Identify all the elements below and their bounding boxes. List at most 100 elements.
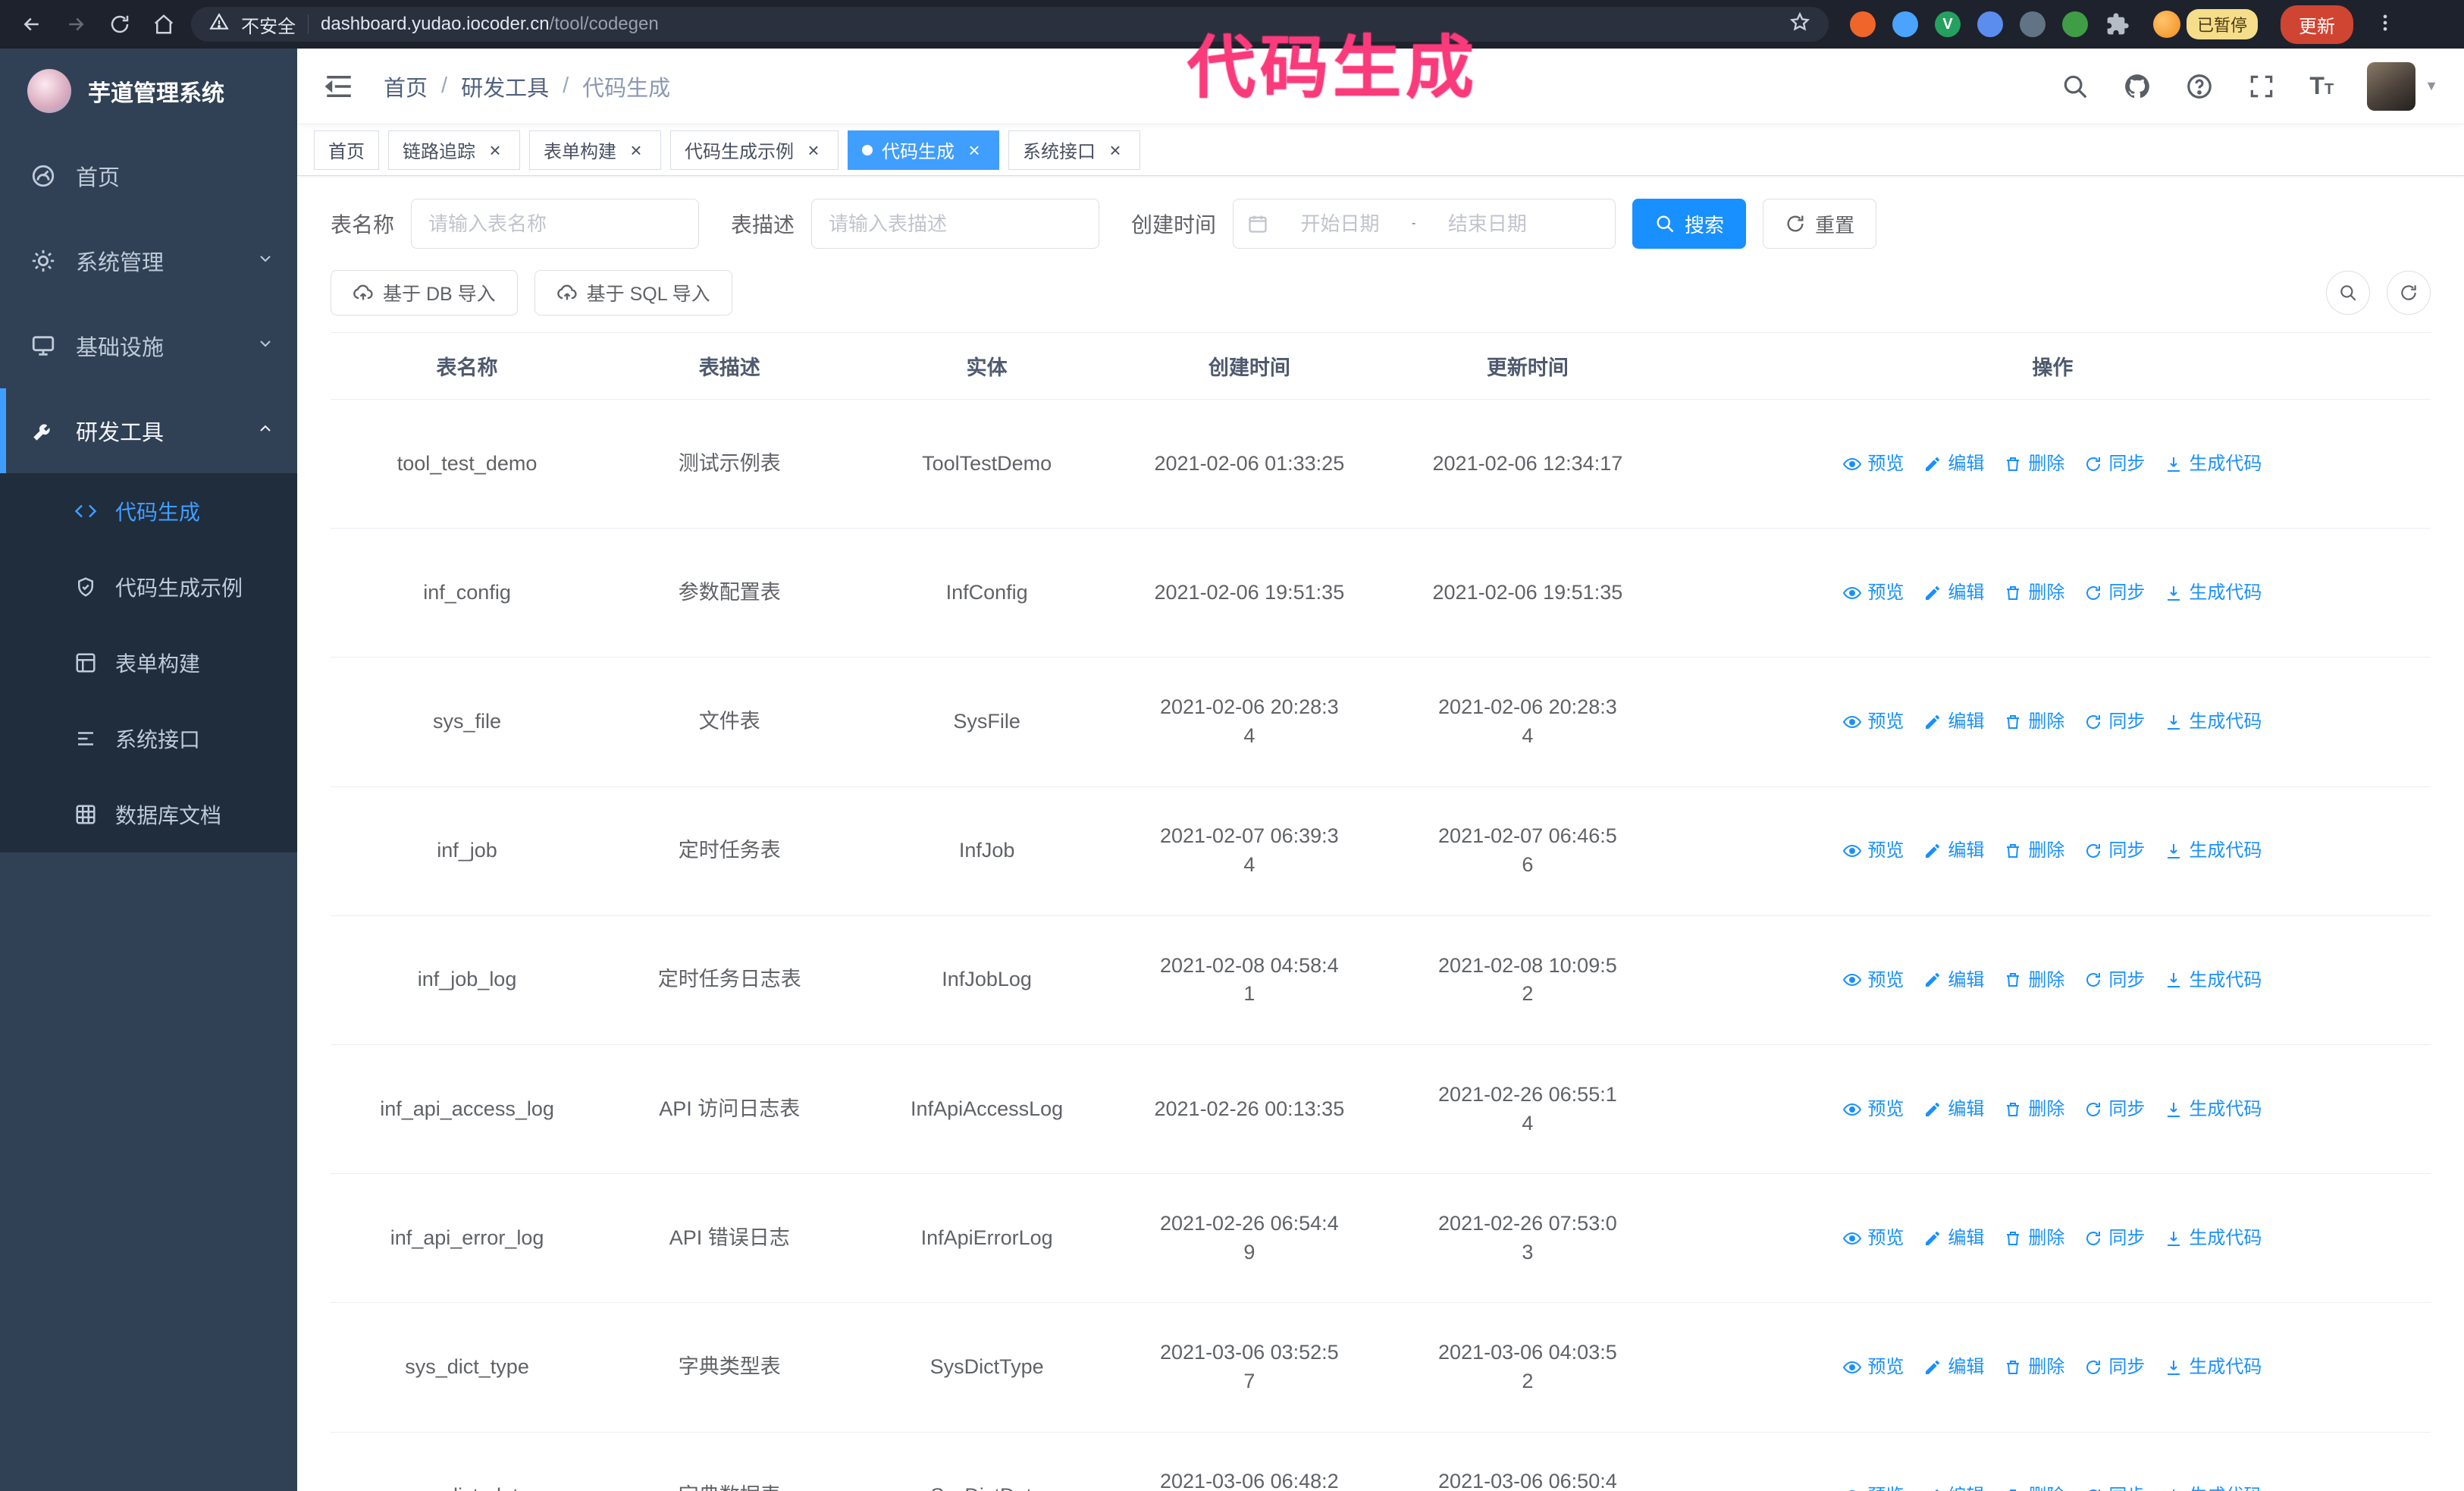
search-button[interactable]: 搜索 [1632,199,1746,249]
tags-view-tab[interactable]: 表单构建× [529,130,661,170]
sidebar-item-db-doc[interactable]: 数据库文档 [0,777,297,852]
generate-code-link[interactable]: 生成代码 [2165,1097,2262,1122]
browser-profile[interactable]: 已暂停 [2153,9,2258,39]
end-date-input[interactable] [1425,212,1550,236]
edit-link[interactable]: 编辑 [1923,1097,1984,1122]
delete-link[interactable]: 删除 [2004,709,2064,735]
sync-link[interactable]: 同步 [2084,451,2145,477]
sidebar-item-devtools[interactable]: 研发工具 [0,388,297,473]
user-menu[interactable]: ▼ [2367,62,2438,111]
toggle-search-button[interactable] [2326,271,2370,315]
edit-link[interactable]: 编辑 [1923,838,1984,864]
delete-link[interactable]: 删除 [2004,580,2064,606]
preview-link[interactable]: 预览 [1843,580,1904,606]
close-icon[interactable]: × [803,140,824,161]
search-icon[interactable] [2061,72,2089,101]
bookmark-star-icon[interactable] [1789,11,1810,38]
preview-link[interactable]: 预览 [1843,709,1904,735]
generate-code-link[interactable]: 生成代码 [2165,709,2262,735]
browser-home-icon[interactable] [147,8,180,41]
reload-icon[interactable] [103,8,136,41]
sync-link[interactable]: 同步 [2084,1354,2145,1380]
tags-view-tab[interactable]: 系统接口× [1008,130,1140,170]
preview-link[interactable]: 预览 [1843,838,1904,864]
generate-code-link[interactable]: 生成代码 [2165,1354,2262,1380]
extensions-puzzle-icon[interactable] [2105,11,2130,37]
help-icon[interactable] [2185,72,2214,101]
delete-link[interactable]: 删除 [2004,1483,2064,1491]
browser-extension-icon[interactable] [1892,11,1918,37]
sidebar-item-api[interactable]: 系统接口 [0,701,297,777]
preview-link[interactable]: 预览 [1843,1483,1904,1491]
tags-view-tab[interactable]: 代码生成示例× [670,130,839,170]
sidebar-fold-icon[interactable] [323,71,355,102]
back-icon[interactable] [15,8,49,41]
breadcrumb-item[interactable]: 首页 [384,71,428,102]
close-icon[interactable]: × [625,140,647,161]
refresh-table-button[interactable] [2387,271,2431,315]
sync-link[interactable]: 同步 [2084,968,2145,993]
delete-link[interactable]: 删除 [2004,838,2064,864]
edit-link[interactable]: 编辑 [1923,1354,1984,1380]
sidebar-item-codegen[interactable]: 代码生成 [0,473,297,549]
sidebar-item-codegen-example[interactable]: 代码生成示例 [0,549,297,625]
app-logo[interactable]: 芋道管理系统 [0,49,297,133]
browser-extension-icon[interactable] [1850,11,1876,37]
import-db-button[interactable]: 基于 DB 导入 [331,270,518,315]
edit-link[interactable]: 编辑 [1923,709,1984,735]
delete-link[interactable]: 删除 [2004,1226,2064,1251]
browser-extension-icon[interactable] [2020,11,2045,37]
close-icon[interactable]: × [484,140,506,161]
close-icon[interactable]: × [1105,140,1126,161]
delete-link[interactable]: 删除 [2004,451,2064,477]
sync-link[interactable]: 同步 [2084,1097,2145,1122]
edit-link[interactable]: 编辑 [1923,451,1984,477]
address-bar[interactable]: 不安全 dashboard.yudao.iocoder.cn/tool/code… [191,7,1829,42]
import-sql-button[interactable]: 基于 SQL 导入 [534,270,732,315]
table-name-input[interactable] [411,199,699,249]
tags-view-tab[interactable]: 代码生成× [848,130,999,170]
date-range-picker[interactable]: - [1233,199,1616,249]
sidebar-item-system[interactable]: 系统管理 [0,218,297,303]
sync-link[interactable]: 同步 [2084,838,2145,864]
delete-link[interactable]: 删除 [2004,1097,2064,1122]
edit-link[interactable]: 编辑 [1923,1483,1984,1491]
tags-view-tab[interactable]: 首页 [314,130,379,170]
menu-dots-icon[interactable] [2375,12,2396,37]
tags-view-tab[interactable]: 链路追踪× [388,130,520,170]
preview-link[interactable]: 预览 [1843,1226,1904,1251]
generate-code-link[interactable]: 生成代码 [2165,451,2262,477]
edit-link[interactable]: 编辑 [1923,1226,1984,1251]
sidebar-item-form-builder[interactable]: 表单构建 [0,625,297,701]
browser-extension-icon[interactable]: V [1935,11,1961,37]
browser-extension-icon[interactable] [1977,11,2003,37]
generate-code-link[interactable]: 生成代码 [2165,1226,2262,1251]
sync-link[interactable]: 同步 [2084,1483,2145,1491]
delete-link[interactable]: 删除 [2004,968,2064,993]
preview-link[interactable]: 预览 [1843,968,1904,993]
breadcrumb-item[interactable]: 研发工具 [461,71,549,102]
font-size-icon[interactable]: TT [2309,72,2334,100]
generate-code-link[interactable]: 生成代码 [2165,1483,2262,1491]
close-icon[interactable]: × [964,140,985,161]
sidebar-item-infra[interactable]: 基础设施 [0,303,297,388]
browser-extension-icon[interactable] [2062,11,2088,37]
browser-update-button[interactable]: 更新 [2281,5,2353,44]
preview-link[interactable]: 预览 [1843,1097,1904,1122]
start-date-input[interactable] [1277,212,1403,236]
edit-link[interactable]: 编辑 [1923,968,1984,993]
preview-link[interactable]: 预览 [1843,1354,1904,1380]
forward-icon[interactable] [59,8,92,41]
edit-link[interactable]: 编辑 [1923,580,1984,606]
delete-link[interactable]: 删除 [2004,1354,2064,1380]
sync-link[interactable]: 同步 [2084,709,2145,735]
reset-button[interactable]: 重置 [1763,199,1876,249]
generate-code-link[interactable]: 生成代码 [2165,838,2262,864]
sync-link[interactable]: 同步 [2084,580,2145,606]
generate-code-link[interactable]: 生成代码 [2165,580,2262,606]
github-icon[interactable] [2123,72,2152,101]
generate-code-link[interactable]: 生成代码 [2165,968,2262,993]
sidebar-item-home[interactable]: 首页 [0,133,297,218]
fullscreen-icon[interactable] [2247,72,2276,101]
sync-link[interactable]: 同步 [2084,1226,2145,1251]
